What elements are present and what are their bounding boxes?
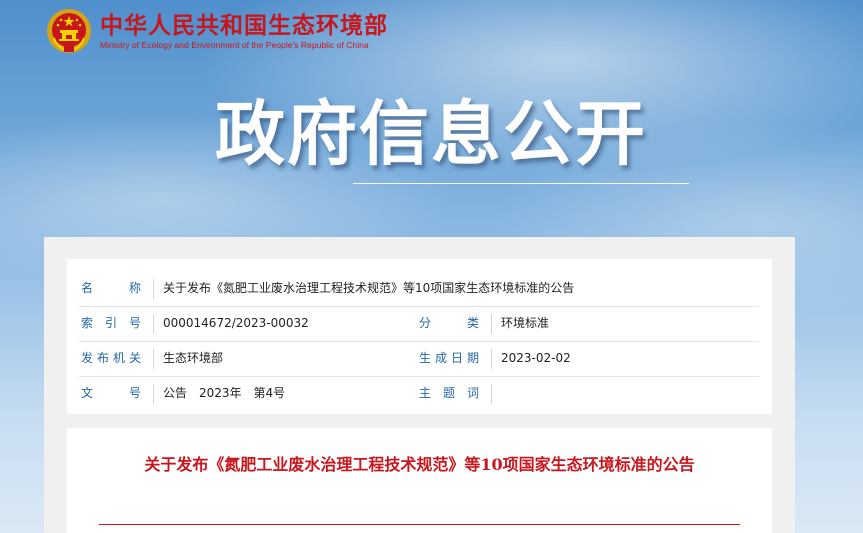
national-emblem-icon [47,9,91,53]
divider [153,384,154,404]
metadata-table: 名 称 关于发布《氮肥工业废水治理工程技术规范》等10项国家生态环境标准的公告 … [67,259,772,414]
metadata-row-index: 索 引 号 000014672/2023-00032 分 类 环境标准 [79,306,759,342]
metadata-row-docno: 文 号 公告 2023年 第4号 主 题 词 [79,376,759,411]
article-card: 关于发布《氮肥工业废水治理工程技术规范》等10项国家生态环境标准的公告 [67,428,772,533]
article-title-rule [99,524,740,525]
metadata-row-issuer: 发布机关 生态环境部 生成日期 2023-02-02 [79,341,759,377]
date-value: 2023-02-02 [501,351,571,365]
divider [153,279,154,299]
category-value: 环境标准 [501,316,550,330]
ministry-name-en: Ministry of Ecology and Environment of t… [100,39,369,50]
category-label: 分 类 [419,316,479,330]
divider [491,384,492,404]
divider [491,314,492,334]
docno-label: 文 号 [81,386,141,400]
content-area: 名 称 关于发布《氮肥工业废水治理工程技术规范》等10项国家生态环境标准的公告 … [44,237,795,533]
name-label: 名 称 [81,281,141,295]
issuer-label: 发布机关 [81,351,141,365]
metadata-row-name: 名 称 关于发布《氮肥工业废水治理工程技术规范》等10项国家生态环境标准的公告 [79,271,759,307]
index-value: 000014672/2023-00032 [163,316,309,330]
divider [153,349,154,369]
page-title: 政府信息公开 [215,93,647,175]
title-underline [353,183,689,184]
ministry-name-cn: 中华人民共和国生态环境部 [100,12,388,39]
divider [491,349,492,369]
index-label: 索 引 号 [81,316,141,330]
name-value: 关于发布《氮肥工业废水治理工程技术规范》等10项国家生态环境标准的公告 [163,281,575,295]
divider [153,314,154,334]
ministry-logo[interactable]: 中华人民共和国生态环境部 Ministry of Ecology and Env… [46,8,388,54]
date-label: 生成日期 [419,351,479,365]
subject-label: 主 题 词 [419,386,479,400]
issuer-value: 生态环境部 [163,351,224,365]
docno-value: 公告 2023年 第4号 [163,386,286,400]
article-title: 关于发布《氮肥工业废水治理工程技术规范》等10项国家生态环境标准的公告 [144,455,695,474]
